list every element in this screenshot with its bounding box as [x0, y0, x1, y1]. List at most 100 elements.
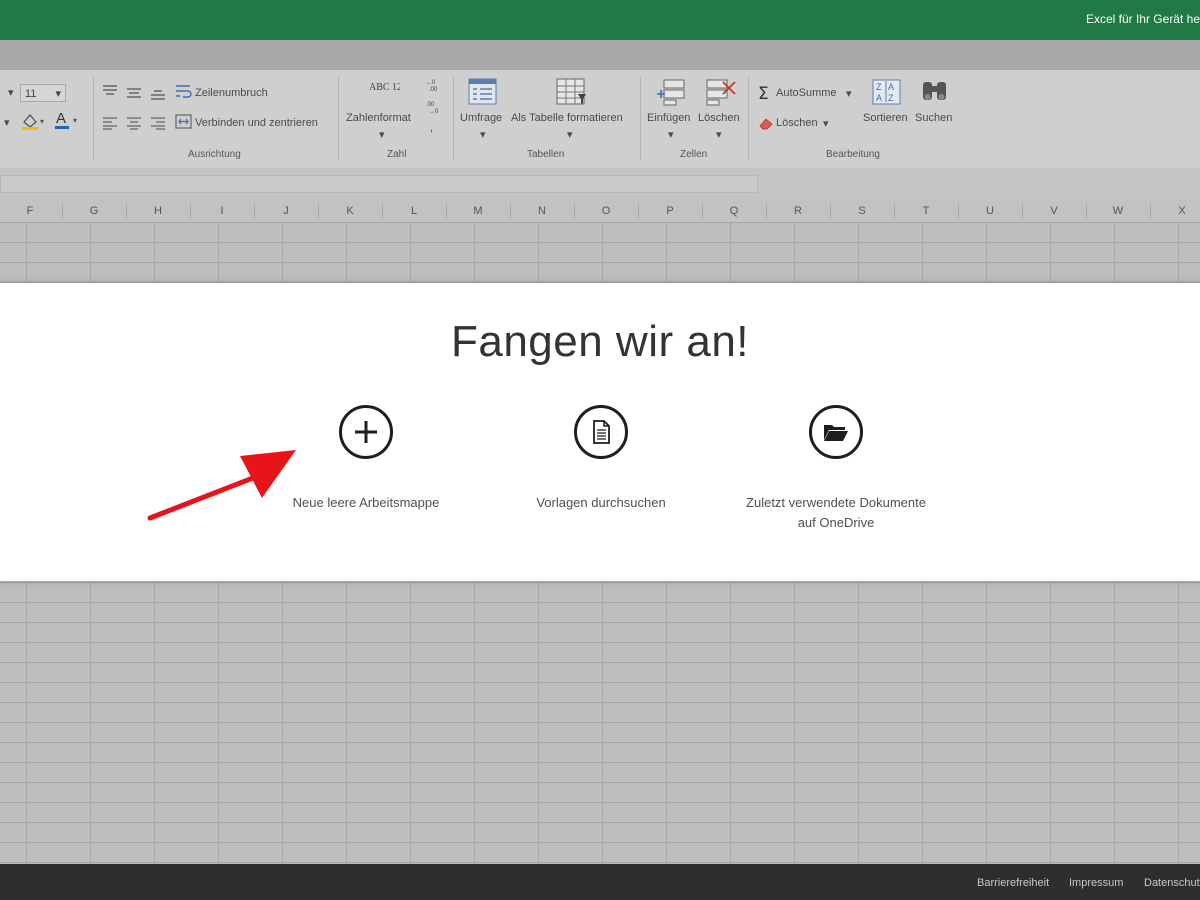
column-separator[interactable] [1086, 203, 1087, 219]
column-header-q[interactable]: Q [714, 200, 754, 222]
svg-text:▾: ▾ [73, 116, 77, 125]
column-separator[interactable] [1022, 203, 1023, 219]
increase-decimal-icon[interactable]: ←0.00 [426, 78, 442, 97]
font-size-dropdown[interactable]: 11 ▾ [20, 84, 66, 102]
ribbon-tabs-bar [0, 40, 1200, 70]
comma-style-icon[interactable]: , [430, 122, 433, 134]
wrap-text-icon[interactable] [175, 84, 193, 105]
font-color-icon[interactable]: A ▾ [54, 110, 80, 135]
column-header-g[interactable]: G [74, 200, 114, 222]
column-separator[interactable] [638, 203, 639, 219]
column-header-x[interactable]: X [1162, 200, 1200, 222]
column-separator[interactable] [382, 203, 383, 219]
chevron-down-icon: ▾ [716, 129, 722, 141]
dialog-title: Fangen wir an! [450, 317, 750, 366]
wrap-text-button[interactable]: Zeilenumbruch [195, 87, 268, 99]
group-label-number: Zahl [387, 149, 407, 160]
column-header-v[interactable]: V [1034, 200, 1074, 222]
svg-text:▾: ▾ [40, 117, 44, 126]
align-center-icon[interactable] [126, 116, 142, 135]
chevron-down-icon: ▾ [668, 129, 674, 141]
column-header-f[interactable]: F [10, 200, 50, 222]
column-separator[interactable] [1150, 203, 1151, 219]
column-separator[interactable] [254, 203, 255, 219]
sort-icon[interactable]: ZAAZ [872, 78, 902, 111]
group-label-cells: Zellen [680, 149, 708, 160]
column-header-r[interactable]: R [778, 200, 818, 222]
column-header-n[interactable]: N [522, 200, 562, 222]
format-as-table-button[interactable]: Als Tabelle formatieren [511, 112, 623, 124]
device-promo-link[interactable]: Excel für Ihr Gerät he [1086, 12, 1200, 26]
insert-cells-icon[interactable] [656, 78, 686, 111]
column-header-j[interactable]: J [266, 200, 306, 222]
column-header-s[interactable]: S [842, 200, 882, 222]
column-separator[interactable] [894, 203, 895, 219]
svg-text:←0: ←0 [426, 80, 436, 86]
chevron-down-icon: ▾ [480, 129, 486, 141]
border-dropdown[interactable]: ▾ [4, 116, 10, 129]
column-header-h[interactable]: H [138, 200, 178, 222]
formula-bar [0, 168, 1200, 200]
align-bottom-icon[interactable] [150, 88, 166, 107]
column-separator[interactable] [318, 203, 319, 219]
column-separator[interactable] [702, 203, 703, 219]
column-separator[interactable] [766, 203, 767, 219]
column-header-w[interactable]: W [1098, 200, 1138, 222]
column-separator[interactable] [446, 203, 447, 219]
align-middle-icon[interactable] [126, 86, 142, 105]
chevron-down-icon: ▾ [846, 88, 852, 100]
getting-started-dialog: Fangen wir an! Neue leere Arbeitsmappe V… [0, 283, 1200, 581]
column-separator[interactable] [830, 203, 831, 219]
column-header-l[interactable]: L [394, 200, 434, 222]
binoculars-icon[interactable] [920, 78, 950, 109]
align-left-icon[interactable] [102, 116, 118, 135]
column-header-k[interactable]: K [330, 200, 370, 222]
footer-link-accessibility[interactable]: Barrierefreiheit [977, 877, 1049, 889]
column-separator[interactable] [190, 203, 191, 219]
delete-cells-icon[interactable] [705, 78, 737, 111]
recent-documents-onedrive-option[interactable]: Zuletzt verwendete Dokumente auf OneDriv… [706, 405, 966, 533]
column-separator[interactable] [510, 203, 511, 219]
group-separator [748, 76, 749, 160]
browse-templates-option[interactable]: Vorlagen durchsuchen [471, 405, 731, 513]
eraser-icon [758, 116, 774, 135]
decrease-decimal-icon[interactable]: .00 →0 [426, 100, 442, 119]
insert-button[interactable]: Einfügen [647, 112, 690, 124]
delete-button[interactable]: Löschen [698, 112, 740, 124]
column-separator[interactable] [62, 203, 63, 219]
column-header-p[interactable]: P [650, 200, 690, 222]
sort-button[interactable]: Sortieren [863, 112, 908, 124]
align-right-icon[interactable] [150, 116, 166, 135]
footer-link-privacy[interactable]: Datenschut [1144, 877, 1200, 889]
column-separator[interactable] [126, 203, 127, 219]
clear-button[interactable]: Löschen [776, 117, 818, 129]
column-header-t[interactable]: T [906, 200, 946, 222]
find-button[interactable]: Suchen [915, 112, 952, 124]
survey-icon[interactable] [468, 78, 498, 111]
column-headers: F G H I J K L M N O P Q R S T U V W X [0, 200, 1200, 223]
column-separator[interactable] [958, 203, 959, 219]
format-as-table-icon[interactable] [556, 78, 590, 111]
autosum-button[interactable]: AutoSumme [776, 87, 837, 99]
survey-button[interactable]: Umfrage [460, 112, 502, 124]
group-label-tables: Tabellen [527, 149, 565, 160]
merge-center-icon[interactable] [175, 114, 193, 135]
footer: Barrierefreiheit Impressum Datenschut [0, 864, 1200, 900]
merge-center-button[interactable]: Verbinden und zentrieren [195, 117, 318, 129]
formula-input[interactable] [0, 175, 758, 193]
footer-link-imprint[interactable]: Impressum [1069, 877, 1123, 889]
column-separator[interactable] [574, 203, 575, 219]
column-header-u[interactable]: U [970, 200, 1010, 222]
option-label: Vorlagen durchsuchen [536, 495, 666, 510]
svg-text:A: A [876, 93, 882, 103]
font-name-dropdown-arrow[interactable]: ▾ [8, 86, 14, 99]
svg-text:Σ: Σ [758, 84, 769, 102]
red-pointer-arrow [147, 450, 296, 521]
svg-text:ABC 123: ABC 123 [369, 82, 400, 93]
number-format-button[interactable]: Zahlenformat [346, 112, 411, 124]
column-header-i[interactable]: I [202, 200, 242, 222]
align-top-icon[interactable] [102, 84, 118, 103]
column-header-m[interactable]: M [458, 200, 498, 222]
fill-color-icon[interactable]: ▾ [20, 112, 46, 135]
column-header-o[interactable]: O [586, 200, 626, 222]
